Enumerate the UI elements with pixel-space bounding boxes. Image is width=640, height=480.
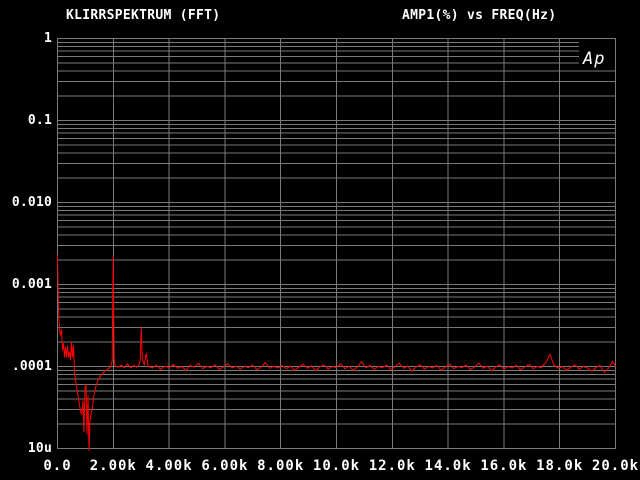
y-tick-label: 0.1 bbox=[0, 113, 52, 129]
y-tick-label: .0001 bbox=[0, 359, 52, 375]
x-tick-label: 8.00k bbox=[249, 458, 313, 474]
x-tick-label: 14.0k bbox=[416, 458, 480, 474]
x-tick-label: 6.00k bbox=[193, 458, 257, 474]
y-tick-label: 1 bbox=[0, 31, 52, 47]
x-tick-label: 18.0k bbox=[528, 458, 592, 474]
y-tick-label: 10u bbox=[0, 441, 52, 457]
y-tick-label: 0.001 bbox=[0, 277, 52, 293]
x-tick-label: 12.0k bbox=[360, 458, 424, 474]
ap-logo: Ap bbox=[582, 49, 605, 69]
ap-measurement-screen: KLIRRSPEKTRUM (FFT) AMP1(%) vs FREQ(Hz) … bbox=[0, 0, 640, 480]
spectrum-plot: Ap bbox=[0, 0, 640, 480]
x-tick-label: 10.0k bbox=[305, 458, 369, 474]
x-tick-label: 20.0k bbox=[584, 458, 640, 474]
x-tick-label: 16.0k bbox=[472, 458, 536, 474]
y-tick-label: 0.010 bbox=[0, 195, 52, 211]
x-tick-label: 4.00k bbox=[137, 458, 201, 474]
x-tick-label: 0.0 bbox=[26, 458, 90, 474]
x-tick-label: 2.00k bbox=[81, 458, 145, 474]
